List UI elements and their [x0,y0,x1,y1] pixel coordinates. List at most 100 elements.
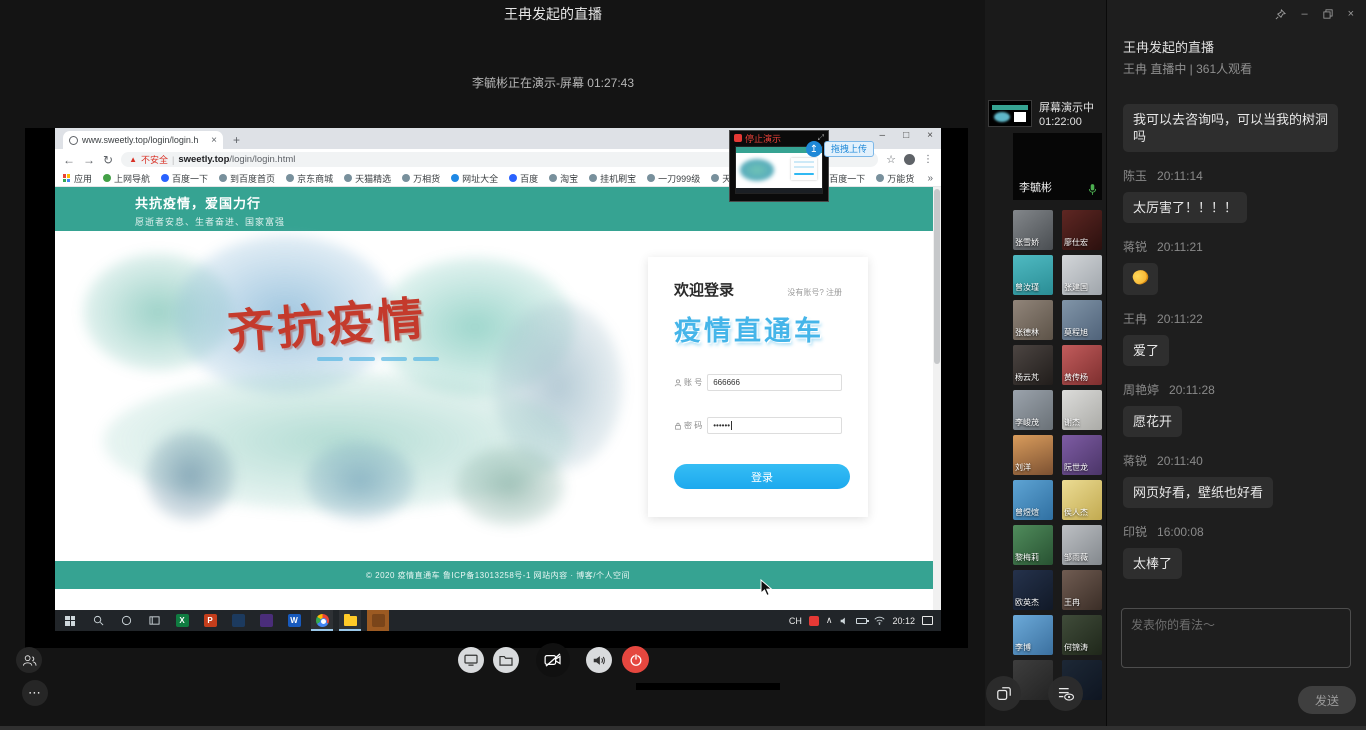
taskbar-app-button[interactable]: W [283,610,305,631]
apps-grid-icon [63,174,71,182]
participant-name: 张建国 [1064,282,1088,293]
active-app-taskbar-button[interactable] [367,610,389,631]
chrome-taskbar-button[interactable] [311,610,333,631]
participant-tile[interactable]: 李博 [1013,615,1053,655]
cortana-button[interactable] [115,610,137,631]
taskbar-app-button[interactable]: X [171,610,193,631]
participant-tile[interactable]: 李峻茂 [1013,390,1053,430]
bookmark-apps[interactable]: 应用 [63,172,92,185]
bookmark-item[interactable]: 京东商城 [286,172,333,185]
participant-tile[interactable]: 谢杰 [1062,390,1102,430]
participant-tile[interactable]: 刘洋 [1013,435,1053,475]
taskbar-app-button[interactable]: P [199,610,221,631]
participant-tile[interactable]: 杨云芃 [1013,345,1053,385]
bookmark-item[interactable]: 万能货 [876,172,914,185]
bookmark-item[interactable]: 天猫精选 [344,172,391,185]
send-button[interactable]: 发送 [1298,686,1356,714]
reload-icon[interactable]: ↻ [103,154,113,166]
panel-minimize-icon[interactable]: – [1301,8,1307,20]
page-scrollbar[interactable] [933,187,941,610]
taskbar-app-button[interactable] [227,610,249,631]
participant-tile[interactable]: 曾汝瑾 [1013,255,1053,295]
participant-tile[interactable]: 何锦涛 [1062,615,1102,655]
participant-tile[interactable]: 莫程旭 [1062,300,1102,340]
participant-tile[interactable]: 张建国 [1062,255,1102,295]
bookmark-star-icon[interactable]: ☆ [886,153,896,166]
task-view-button[interactable] [143,610,165,631]
new-tab-button[interactable]: + [233,133,240,149]
bookmark-item[interactable]: 网址大全 [451,172,498,185]
tray-expand-icon[interactable]: ∧ [826,615,833,626]
account-input[interactable]: 666666 [707,374,842,391]
bookmark-item[interactable]: 一刀999级 [647,172,700,185]
layout-switch-button[interactable] [986,676,1021,711]
sender-name: 蒋锐 [1123,454,1147,468]
participant-tile[interactable]: 黄传杨 [1062,345,1102,385]
bookmark-item[interactable]: 挂机刷宝 [589,172,636,185]
battery-icon[interactable] [856,618,867,624]
volume-icon[interactable] [839,616,849,626]
upload-circle-icon[interactable]: ↥ [806,141,822,157]
wifi-icon[interactable] [874,616,885,625]
browser-minimize-button[interactable]: – [880,130,886,141]
url-separator: | [172,155,174,165]
participant-list-button[interactable] [1048,676,1083,711]
tab-close-icon[interactable]: × [211,135,217,146]
participant-tile[interactable]: 廖仕宏 [1062,210,1102,250]
pin-icon[interactable] [1275,9,1286,20]
participant-tile[interactable]: 曾煜煊 [1013,480,1053,520]
panel-close-icon[interactable]: × [1348,8,1354,20]
upload-float-widget[interactable]: ↥ 拖拽上传 [806,141,874,157]
participant-tile[interactable]: 黎梅莉 [1013,525,1053,565]
forward-icon[interactable]: → [83,154,95,166]
bookmark-item[interactable]: 百度一下 [161,172,208,185]
files-button[interactable] [493,647,519,673]
share-screen-button[interactable] [458,647,484,673]
profile-avatar-icon[interactable] [904,154,915,165]
bookmark-item[interactable]: 上网导航 [103,172,150,185]
bookmark-item[interactable]: 万相货 [402,172,440,185]
scrollbar-thumb[interactable] [934,189,940,364]
presenter-video-tile[interactable]: 李毓彬 [1013,133,1102,200]
bookmark-item[interactable]: 百度 [509,172,538,185]
end-stream-button[interactable] [622,646,649,673]
restore-icon[interactable] [1323,9,1333,19]
bookmark-item[interactable]: 到百度首页 [219,172,275,185]
ime-indicator[interactable]: CH [789,616,802,626]
start-button[interactable] [59,610,81,631]
speaker-button[interactable] [586,647,612,673]
clock[interactable]: 20:12 [892,616,915,626]
participants-button[interactable] [16,647,42,673]
notification-center-icon[interactable] [922,616,933,625]
taskbar-app-button[interactable] [255,610,277,631]
bookmarks-overflow-icon[interactable]: » [927,173,933,184]
more-options-button[interactable]: ⋯ [22,680,48,706]
participant-tile[interactable]: 阮世龙 [1062,435,1102,475]
browser-close-button[interactable]: × [927,130,933,141]
camera-off-button[interactable] [536,643,570,677]
browser-menu-icon[interactable]: ⋮ [923,154,933,165]
participant-tile[interactable]: 张德林 [1013,300,1053,340]
participant-tile[interactable]: 侯人杰 [1062,480,1102,520]
share-status[interactable]: 屏幕演示中 01:22:00 [988,100,1094,129]
register-link[interactable]: 没有账号? 注册 [787,287,842,298]
explorer-taskbar-button[interactable] [339,610,361,631]
chat-message-list[interactable]: 我可以去咨询吗，可以当我的树洞吗 陈玉20:11:14 太厉害了！！！！ [1123,104,1354,590]
tray-app-icon[interactable] [809,616,819,626]
participant-tile[interactable]: 王冉 [1062,570,1102,610]
participant-tile[interactable]: 欧英杰 [1013,570,1053,610]
participant-tile[interactable]: 张雪娇 [1013,210,1053,250]
browser-maximize-button[interactable]: □ [903,130,909,141]
upload-pill-label[interactable]: 拖拽上传 [824,141,874,157]
bookmark-item[interactable]: 淘宝 [549,172,578,185]
login-button[interactable]: 登录 [674,464,850,489]
back-icon[interactable]: ← [63,154,75,166]
stop-presenting-label[interactable]: 停止演示 [745,132,781,145]
message-bubble: 我可以去咨询吗，可以当我的树洞吗 [1123,104,1338,152]
search-button[interactable] [87,610,109,631]
password-input[interactable]: •••••• [707,417,842,434]
chat-input[interactable] [1121,608,1351,668]
participant-name: 李博 [1015,642,1031,653]
participant-tile[interactable]: 邹雨薇 [1062,525,1102,565]
browser-tab[interactable]: www.sweetly.top/login/login.h × [63,131,223,149]
